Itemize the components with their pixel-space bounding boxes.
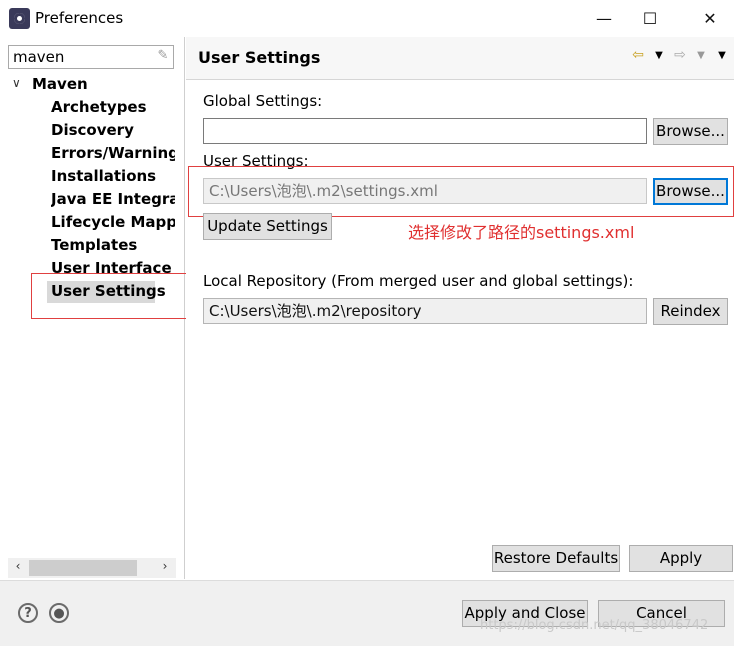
tree-item-discovery[interactable]: Discovery [51, 121, 175, 139]
help-icon[interactable]: ? [18, 603, 38, 623]
scroll-right-icon[interactable]: › [157, 559, 173, 577]
tree-item-java-ee-integration[interactable]: Java EE Integrati [51, 190, 175, 208]
annotation-note: 选择修改了路径的settings.xml [408, 223, 635, 242]
minimize-button[interactable]: — [581, 6, 627, 32]
eclipse-app-icon [9, 8, 30, 29]
tree-item-templates[interactable]: Templates [51, 236, 175, 254]
annotation-box-user-settings [188, 166, 734, 217]
global-browse-button[interactable]: Browse... [653, 118, 728, 145]
tree-item-installations[interactable]: Installations [51, 167, 175, 185]
forward-dropdown-icon[interactable]: ▼ [693, 50, 709, 68]
annotation-box-tree [31, 273, 190, 319]
update-settings-button[interactable]: Update Settings [203, 213, 332, 240]
apply-button[interactable]: Apply [629, 545, 733, 572]
tree-item-archetypes[interactable]: Archetypes [51, 98, 175, 116]
window-title: Preferences [35, 9, 124, 27]
back-dropdown-icon[interactable]: ▼ [651, 50, 667, 68]
forward-arrow-icon[interactable]: ⇨ [672, 47, 688, 65]
close-button[interactable]: ✕ [687, 6, 733, 32]
page-title: User Settings [198, 48, 321, 67]
reindex-button[interactable]: Reindex [653, 298, 728, 325]
restore-defaults-button[interactable]: Restore Defaults [492, 545, 620, 572]
local-repository-label: Local Repository (From merged user and g… [203, 272, 634, 290]
local-repository-field: C:\Users\泡泡\.m2\repository [203, 298, 647, 324]
settings-circle-icon[interactable]: ● [49, 603, 69, 623]
scroll-left-icon[interactable]: ‹ [10, 559, 26, 577]
tree-item-errors-warnings[interactable]: Errors/Warnings [51, 144, 175, 162]
global-settings-field[interactable] [203, 118, 647, 144]
chevron-down-icon[interactable]: ∨ [12, 76, 28, 94]
view-menu-icon[interactable]: ▼ [714, 50, 730, 68]
filter-input[interactable]: maven [8, 45, 174, 69]
watermark-text: https://blog.csdn.net/qq_38046742 [480, 618, 709, 633]
scrollbar-thumb[interactable] [29, 560, 137, 576]
clear-filter-icon[interactable]: ✎ [155, 48, 171, 66]
tree-item-maven[interactable]: Maven [32, 75, 88, 93]
tree-item-lifecycle-mappings[interactable]: Lifecycle Mappin [51, 213, 175, 231]
global-settings-label: Global Settings: [203, 92, 323, 110]
back-arrow-icon[interactable]: ⇦ [630, 47, 646, 65]
maximize-button[interactable]: ☐ [627, 6, 673, 32]
